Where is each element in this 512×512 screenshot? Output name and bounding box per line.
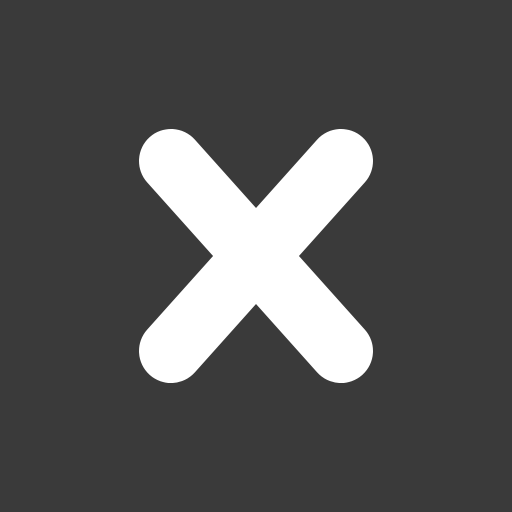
- close-icon[interactable]: [0, 0, 512, 512]
- close-icon-tile: [0, 0, 512, 512]
